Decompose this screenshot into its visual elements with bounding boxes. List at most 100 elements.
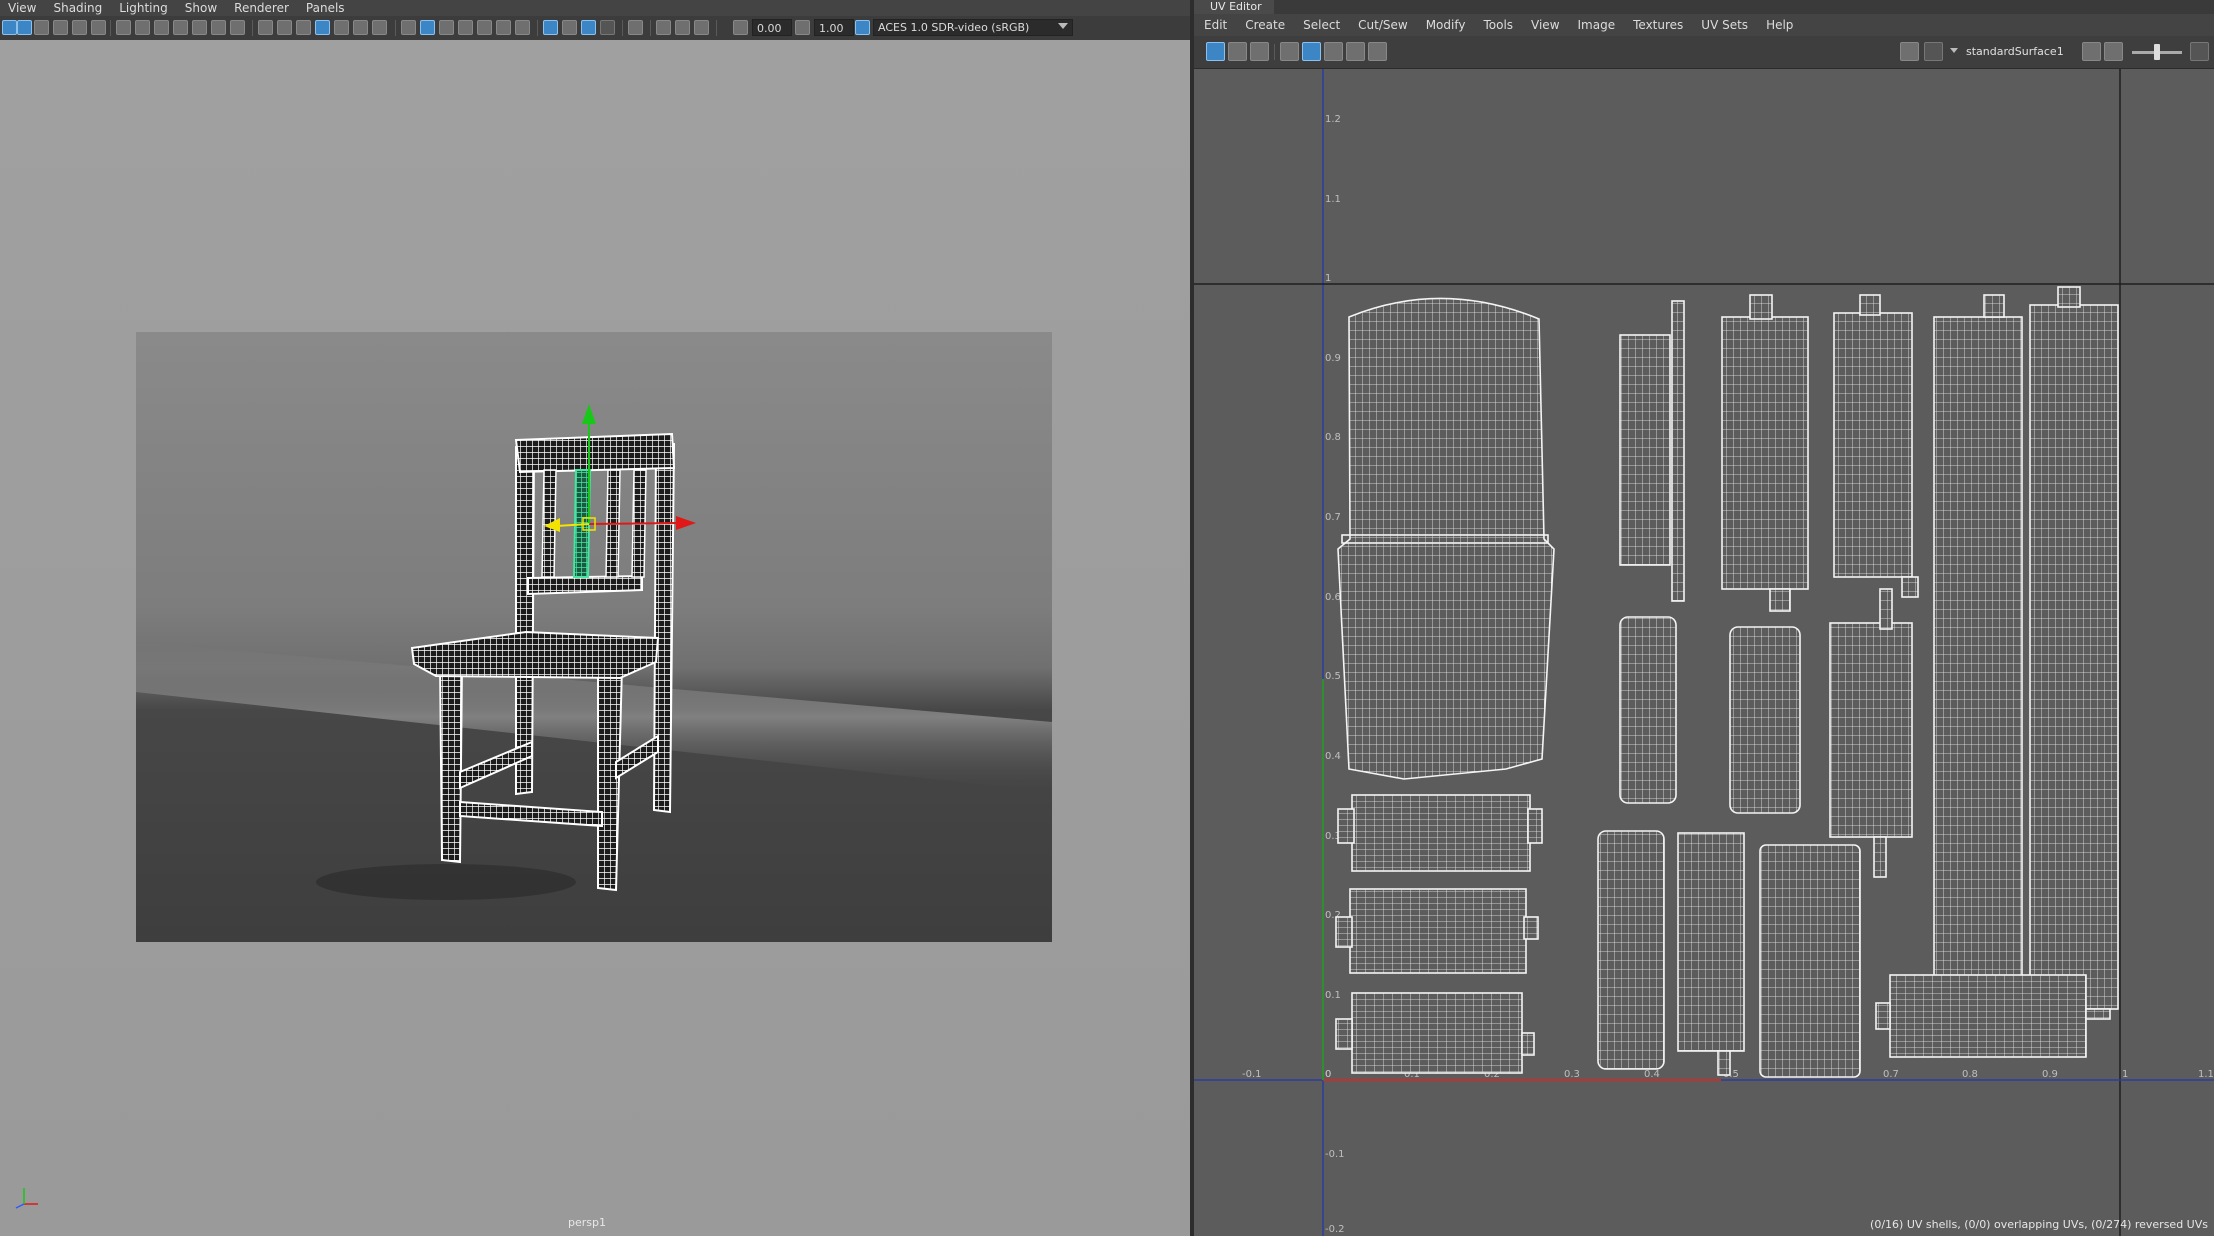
uv-canvas[interactable]: -0.1 0 0.1 0.2 0.3 0.4 0.5 0.6 0.7 0.8 0… <box>1194 69 2214 1236</box>
slider-handle[interactable] <box>2154 44 2160 60</box>
uv-menu-tools[interactable]: Tools <box>1473 18 1521 32</box>
colorspace-dropdown[interactable]: ACES 1.0 SDR-video (sRGB) <box>873 19 1073 36</box>
color-management-icon[interactable] <box>855 20 870 35</box>
x-axis-arrow-icon <box>676 516 696 530</box>
checkerboard-icon[interactable] <box>1924 42 1943 61</box>
dim-image-icon[interactable] <box>1346 42 1365 61</box>
snapshot-icon[interactable] <box>154 20 169 35</box>
xray-joints-icon[interactable] <box>656 20 671 35</box>
panel-options-icon[interactable] <box>2190 42 2209 61</box>
menu-renderer[interactable]: Renderer <box>226 1 298 15</box>
viewport-panel[interactable]: View Shading Lighting Show Renderer Pane… <box>0 0 1190 1236</box>
wireframe-icon[interactable] <box>401 20 416 35</box>
uv-menu-uv-sets[interactable]: UV Sets <box>1691 18 1756 32</box>
screen-space-ao-icon[interactable] <box>543 20 558 35</box>
wireframe-on-shaded-icon[interactable] <box>439 20 454 35</box>
isolate-select-icon[interactable] <box>628 20 643 35</box>
bookmark-icon[interactable] <box>91 20 106 35</box>
uv-shell <box>1759 844 1861 1078</box>
image-plane-icon[interactable] <box>192 20 207 35</box>
u-label: 0.7 <box>1883 1069 1899 1080</box>
grid-icon[interactable] <box>1280 42 1299 61</box>
uv-shell-select-icon[interactable] <box>1206 42 1225 61</box>
select-tool-icon[interactable] <box>17 20 32 35</box>
uv-grid-view[interactable]: -0.1 0 0.1 0.2 0.3 0.4 0.5 0.6 0.7 0.8 0… <box>1194 69 2214 1236</box>
gamma-icon[interactable] <box>795 20 810 35</box>
select-camera-icon[interactable] <box>2 20 17 35</box>
chair-mesh[interactable] <box>410 432 676 892</box>
uv-toolbar: standardSurface1 <box>1194 36 2214 69</box>
grid-icon[interactable] <box>258 20 273 35</box>
chair-wireframe-view[interactable] <box>136 332 1052 942</box>
menu-show[interactable]: Show <box>177 1 226 15</box>
v-label: 0.7 <box>1325 512 1341 523</box>
chevron-down-icon[interactable] <box>1058 23 1068 29</box>
shadows-icon[interactable] <box>515 20 530 35</box>
exposure-icon[interactable] <box>733 20 748 35</box>
shader-name-label[interactable]: standardSurface1 <box>1966 45 2064 58</box>
depth-of-field-icon[interactable] <box>600 20 615 35</box>
uv-stack-icon[interactable] <box>1228 42 1247 61</box>
camera-attributes-icon[interactable] <box>72 20 87 35</box>
menu-shading[interactable]: Shading <box>45 1 111 15</box>
v-label: 0.9 <box>1325 353 1341 364</box>
v-label: 0.6 <box>1325 592 1341 603</box>
2d-pan-zoom-icon[interactable] <box>211 20 226 35</box>
pin-icon[interactable] <box>173 20 188 35</box>
uv-menu-modify[interactable]: Modify <box>1416 18 1474 32</box>
uv-editor-titlebar: UV Editor <box>1194 0 2214 14</box>
uv-menu-edit[interactable]: Edit <box>1194 18 1235 32</box>
resolution-gate-icon[interactable] <box>296 20 311 35</box>
uv-shell <box>1619 334 1671 566</box>
viewport-toolbar: 0.00 1.00 ACES 1.0 SDR-video (sRGB) <box>0 16 1190 41</box>
uv-menu-select[interactable]: Select <box>1293 18 1348 32</box>
refresh-icon[interactable] <box>2082 42 2101 61</box>
lasso-icon[interactable] <box>34 20 49 35</box>
exposure-field[interactable]: 0.00 <box>752 19 792 36</box>
v-label: 0.5 <box>1325 671 1341 682</box>
snapshot-icon[interactable] <box>1368 42 1387 61</box>
camera-lock-icon[interactable] <box>135 20 150 35</box>
uv-menu-create[interactable]: Create <box>1235 18 1293 32</box>
image-display-icon[interactable] <box>1900 42 1919 61</box>
v-label: 0.1 <box>1325 990 1341 1001</box>
smooth-shade-icon[interactable] <box>420 20 435 35</box>
menu-view[interactable]: View <box>0 1 45 15</box>
v-label: -0.2 <box>1325 1224 1345 1235</box>
uv-editor-tab[interactable]: UV Editor <box>1194 0 1274 14</box>
backface-culling-icon[interactable] <box>694 20 709 35</box>
gamma-field[interactable]: 1.00 <box>814 19 854 36</box>
texture-filter-icon[interactable] <box>2104 42 2123 61</box>
uv-menu-image[interactable]: Image <box>1568 18 1624 32</box>
field-chart-icon[interactable] <box>334 20 349 35</box>
uv-menu-view[interactable]: View <box>1521 18 1567 32</box>
wireframe-display-icon[interactable] <box>1302 42 1321 61</box>
grease-pencil-icon[interactable] <box>230 20 245 35</box>
uv-menu-help[interactable]: Help <box>1756 18 1801 32</box>
chair-shadow <box>316 864 576 900</box>
film-gate-icon[interactable] <box>277 20 292 35</box>
menu-lighting[interactable]: Lighting <box>111 1 177 15</box>
uv-menu-textures[interactable]: Textures <box>1623 18 1691 32</box>
paint-select-icon[interactable] <box>53 20 68 35</box>
uv-shells[interactable] <box>1335 286 2119 1078</box>
uv-shell <box>1351 794 1531 872</box>
multisample-aa-icon[interactable] <box>581 20 596 35</box>
motion-blur-icon[interactable] <box>562 20 577 35</box>
uv-editor-panel[interactable]: UV Editor Edit Create Select Cut/Sew Mod… <box>1194 0 2214 1236</box>
textured-icon[interactable] <box>477 20 492 35</box>
uv-menu-cut-sew[interactable]: Cut/Sew <box>1348 18 1416 32</box>
checker-icon[interactable] <box>1324 42 1343 61</box>
uv-layout-icon[interactable] <box>1250 42 1269 61</box>
gate-mask-icon[interactable] <box>315 20 330 35</box>
chevron-down-icon[interactable] <box>1950 48 1958 53</box>
camera-icon[interactable] <box>116 20 131 35</box>
safe-title-icon[interactable] <box>372 20 387 35</box>
safe-action-icon[interactable] <box>353 20 368 35</box>
xray-active-icon[interactable] <box>675 20 690 35</box>
u-label: 0.9 <box>2042 1069 2058 1080</box>
xray-icon[interactable] <box>458 20 473 35</box>
render-region[interactable] <box>136 332 1052 942</box>
use-all-lights-icon[interactable] <box>496 20 511 35</box>
menu-panels[interactable]: Panels <box>298 1 354 15</box>
